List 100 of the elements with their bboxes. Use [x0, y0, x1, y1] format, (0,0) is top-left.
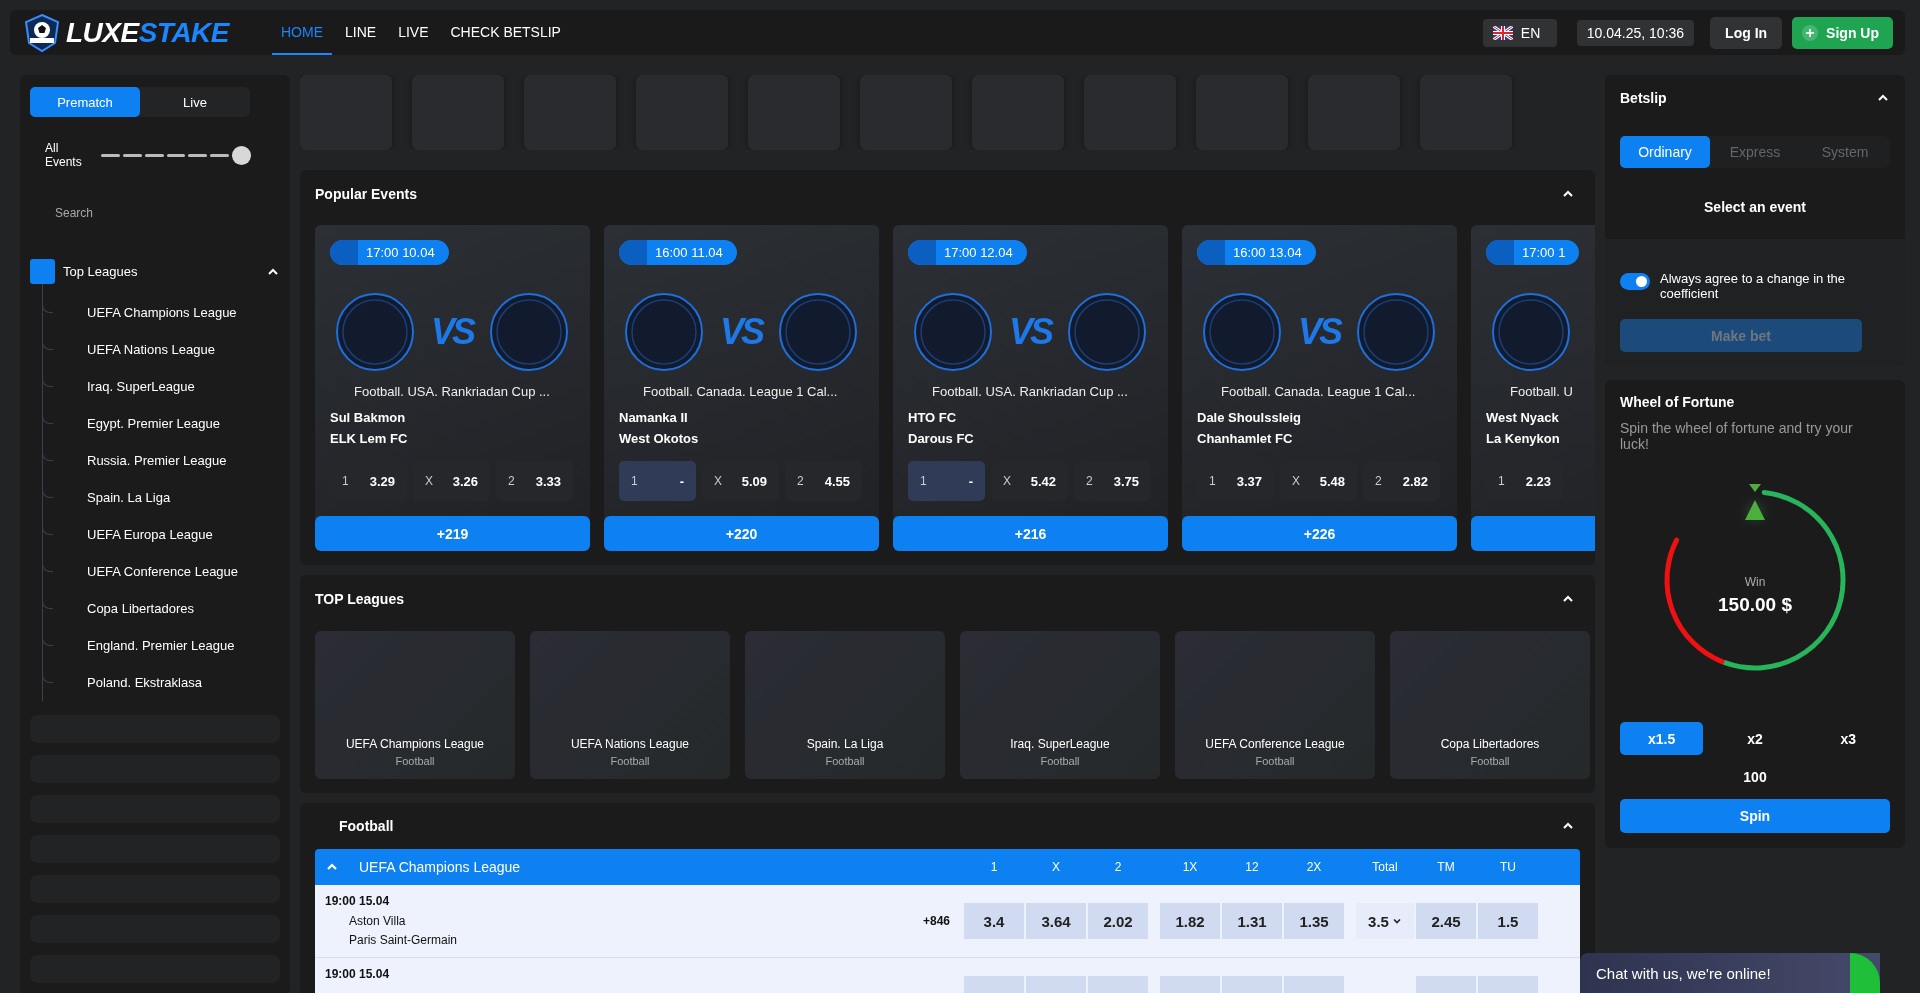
league-link[interactable]: UEFA Europa League — [87, 527, 213, 542]
more-markets-button[interactable]: +226 — [1182, 516, 1457, 551]
date-time: 10.04.25, 10:36 — [1576, 19, 1695, 46]
odds-button[interactable]: 1.5 — [1478, 903, 1538, 939]
more-markets-button[interactable]: +220 — [604, 516, 879, 551]
league-header-bar[interactable]: UEFA Champions League 1 X 2 1X 12 2X Total TM TU — [315, 849, 1580, 885]
league-name: UEFA Champions League — [359, 859, 521, 875]
toggle-switch[interactable] — [1620, 273, 1650, 290]
bet-type-tab[interactable]: Ordinary — [1620, 136, 1710, 168]
multiplier-option[interactable]: x3 — [1806, 722, 1890, 755]
section-title: Popular Events — [315, 185, 417, 202]
league-link[interactable]: England. Premier League — [87, 638, 235, 653]
nav-link[interactable]: LINE — [336, 10, 386, 55]
column-header: 1 — [989, 860, 999, 874]
league-sport: Football — [825, 755, 865, 767]
flag-icon — [1492, 25, 1513, 40]
column-header: X — [1051, 860, 1061, 874]
odds-button[interactable]: 1.82 — [1160, 903, 1220, 939]
toggle-label: Always agree to a change in the coefficient — [1660, 271, 1846, 301]
odds-button[interactable]: 1.35 — [1284, 903, 1344, 939]
league-link[interactable]: Russia. Premier League — [87, 453, 227, 468]
team-logo-icon — [1491, 292, 1571, 372]
event-league: Football. USA. Rankriadan Cup ... — [354, 384, 551, 399]
nav-link[interactable]: HOME — [272, 10, 332, 55]
league-link[interactable]: Spain. La Liga — [87, 490, 171, 505]
league-tile[interactable]: UEFA Conference League Football — [1175, 631, 1375, 779]
logo-text[interactable]: LUXESTAKE — [66, 16, 229, 49]
language-selector[interactable]: EN — [1482, 18, 1557, 47]
chat-widget[interactable]: Chat with us, we're online! — [1580, 953, 1880, 993]
section-title: TOP Leagues — [315, 591, 404, 607]
odds-button[interactable]: 2 2.82 — [1363, 461, 1440, 501]
event-card[interactable]: 16:00 13.04 VS Football. Canada. League 1 Cal... Dale Shoulssleig Chanhamlet FC 1 3.37 X 5.48 2 2.82 +226 — [1182, 225, 1457, 551]
match-time: 19:00 15.04 — [325, 967, 391, 981]
event-league: Football. Canada. League 1 Cal... — [643, 384, 839, 399]
league-link[interactable]: Copa Libertadores — [87, 601, 194, 616]
event-card[interactable]: 17:00 1 Football. U West Nyack La Kenykon 1 2.23 — [1471, 225, 1595, 551]
event-time: 16:00 13.04 — [1197, 240, 1316, 265]
slider-thumb[interactable] — [232, 146, 251, 165]
team-logo-icon — [1067, 292, 1147, 372]
event-card[interactable]: 17:00 10.04 VS Football. USA. Rankriadan Cup ... Sul Bakmon ELK Lem FC 1 3.29 X 3.26 2 3.33 +219 — [315, 225, 590, 551]
odds-button[interactable]: 2 3.33 — [496, 461, 573, 501]
league-tile[interactable]: Spain. La Liga Football — [745, 631, 945, 779]
odds-button[interactable]: 3.4 — [964, 903, 1024, 939]
team-logo-icon — [1202, 292, 1282, 372]
odds-button[interactable]: 3.64 — [1026, 903, 1086, 939]
column-header: 2 — [1113, 860, 1123, 874]
event-range-slider[interactable] — [101, 145, 251, 165]
multiplier-option[interactable]: x1.5 — [1620, 722, 1704, 755]
odds-button[interactable]: 2.45 — [1416, 903, 1476, 939]
search-field[interactable]: Search — [40, 197, 260, 229]
league-sport: Football — [395, 755, 435, 767]
section-title: Football — [339, 818, 394, 834]
odds-button[interactable]: 2 4.55 — [785, 461, 862, 501]
wheel-description: Spin the wheel of fortune and try your luck! — [1620, 420, 1854, 452]
win-label: Win — [1744, 575, 1766, 589]
tree-group-label[interactable]: Top Leagues — [63, 264, 138, 279]
league-link[interactable]: Poland. Ekstraklasa — [87, 675, 202, 690]
league-tile[interactable]: UEFA Nations League Football — [530, 631, 730, 779]
column-header: 1X — [1181, 860, 1199, 874]
event-time: 17:00 1 — [1486, 240, 1580, 265]
event-time: 16:00 11.04 — [619, 240, 737, 265]
more-markets-button[interactable]: +216 — [893, 516, 1168, 551]
filter-label: All Events — [45, 141, 83, 169]
odds-button[interactable]: 1 - — [619, 461, 696, 501]
league-link[interactable]: Egypt. Premier League — [87, 416, 220, 431]
mode-tab[interactable]: Prematch — [30, 87, 140, 117]
team-name: Namanka II — [619, 409, 689, 427]
odds-button[interactable]: 2 3.75 — [1074, 461, 1151, 501]
event-card[interactable]: 17:00 12.04 VS Football. USA. Rankriadan Cup ... HTO FC Darous FC 1 - X 5.42 2 3.75 +216 — [893, 225, 1168, 551]
login-button[interactable]: Log In — [1710, 16, 1783, 49]
event-time: 17:00 10.04 — [330, 240, 449, 265]
nav-link[interactable]: CHECK BETSLIP — [441, 10, 570, 55]
plus-icon — [1802, 24, 1819, 41]
mode-tab[interactable]: Live — [140, 87, 250, 117]
team-name: Darous FC — [908, 430, 975, 448]
odds-button[interactable]: 2.02 — [1088, 903, 1148, 939]
league-tile[interactable]: Copa Libertadores Football — [1390, 631, 1590, 779]
odds-button[interactable]: 1 - — [908, 461, 985, 501]
odds-button[interactable]: 1.31 — [1222, 903, 1282, 939]
league-link[interactable]: Iraq. SuperLeague — [87, 379, 195, 394]
league-tile[interactable]: UEFA Champions League Football — [315, 631, 515, 779]
league-group-icon — [30, 259, 55, 284]
more-markets-link[interactable]: +846 — [877, 914, 962, 928]
nav-link[interactable]: LIVE — [389, 10, 438, 55]
league-link[interactable]: UEFA Conference League — [87, 564, 239, 579]
league-sport: Football — [1255, 755, 1295, 767]
league-link[interactable]: UEFA Nations League — [87, 342, 215, 357]
event-card[interactable]: 16:00 11.04 VS Football. Canada. League 1 Cal... Namanka II West Okotos 1 - X 5.09 2 4.55 +220 — [604, 225, 879, 551]
event-league: Football. U — [1510, 384, 1574, 399]
versus-label: VS — [430, 311, 475, 353]
league-link[interactable]: UEFA Champions League — [87, 305, 237, 320]
spin-button[interactable]: Spin — [1620, 799, 1890, 833]
league-tile[interactable]: Iraq. SuperLeague Football — [960, 631, 1160, 779]
team-name: HTO FC — [908, 409, 958, 427]
team-name: Aston Villa — [348, 913, 407, 930]
event-league: Football. USA. Rankriadan Cup ... — [932, 384, 1129, 399]
total-dropdown[interactable]: 3.5 — [1356, 903, 1414, 939]
more-markets-button[interactable]: +219 — [315, 516, 590, 551]
multiplier-option[interactable]: x2 — [1713, 722, 1797, 755]
versus-label: VS — [1008, 311, 1053, 353]
